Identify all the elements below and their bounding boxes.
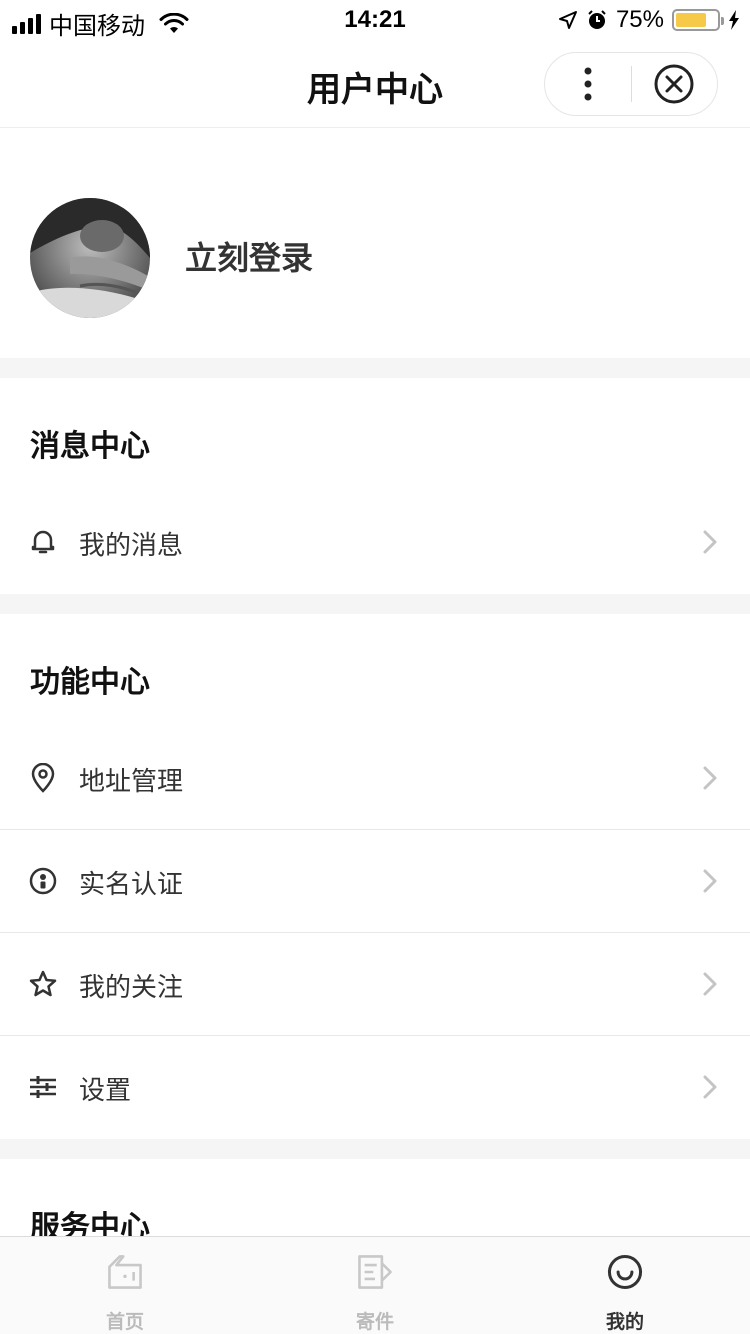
sliders-icon [30, 1076, 56, 1098]
battery-icon [672, 9, 724, 31]
avatar[interactable] [30, 198, 150, 318]
menu-item-address-management[interactable]: 地址管理 [0, 727, 750, 830]
status-bar: 中国移动 14:21 75% [0, 0, 750, 40]
tab-label: 寄件 [355, 1312, 394, 1333]
section-divider [0, 1139, 750, 1159]
smiley-icon [607, 1254, 643, 1290]
chevron-right-icon [703, 972, 717, 996]
star-icon [29, 970, 57, 997]
chevron-right-icon [703, 869, 717, 893]
menu-item-label: 我的消息 [79, 530, 184, 560]
alarm-icon [588, 10, 606, 29]
navigation-bar: 用户中心 [0, 40, 750, 128]
bell-icon [31, 530, 55, 554]
id-badge-icon [29, 867, 57, 895]
charging-bolt-icon [729, 10, 739, 30]
battery-percentage: 75% [615, 6, 664, 33]
chevron-right-icon [703, 766, 717, 790]
section-title-messages: 消息中心 [30, 430, 150, 463]
menu-item-label: 我的关注 [79, 972, 184, 1002]
home-icon [108, 1255, 142, 1289]
location-pin-icon [31, 763, 55, 793]
tab-label: 我的 [605, 1312, 644, 1333]
tab-label: 首页 [105, 1312, 144, 1333]
location-arrow-icon [558, 11, 577, 29]
menu-item-label: 实名认证 [79, 869, 184, 899]
profile-header[interactable]: 立刻登录 [0, 129, 750, 358]
tab-send[interactable]: 寄件 [250, 1237, 500, 1334]
menu-item-real-name-verification[interactable]: 实名认证 [0, 830, 750, 933]
send-package-icon [358, 1255, 392, 1289]
tab-bar: 首页 寄件 我的 [0, 1236, 750, 1334]
chevron-right-icon [703, 1075, 717, 1099]
mini-program-capsule [544, 52, 718, 116]
menu-item-my-following[interactable]: 我的关注 [0, 933, 750, 1036]
more-dots-icon [584, 67, 592, 101]
close-circle-icon [654, 64, 694, 104]
more-options-button[interactable] [545, 52, 631, 116]
close-button[interactable] [632, 52, 718, 116]
menu-item-my-messages[interactable]: 我的消息 [0, 491, 750, 594]
chevron-right-icon [703, 530, 717, 554]
menu-item-label: 地址管理 [79, 766, 184, 796]
section-divider [0, 358, 750, 378]
menu-item-label: 设置 [79, 1075, 132, 1105]
section-divider [0, 594, 750, 614]
tab-mine[interactable]: 我的 [500, 1237, 750, 1334]
login-link[interactable]: 立刻登录 [185, 233, 313, 279]
section-title-functions: 功能中心 [30, 666, 150, 699]
tab-home[interactable]: 首页 [0, 1237, 250, 1334]
menu-item-settings[interactable]: 设置 [0, 1036, 750, 1139]
